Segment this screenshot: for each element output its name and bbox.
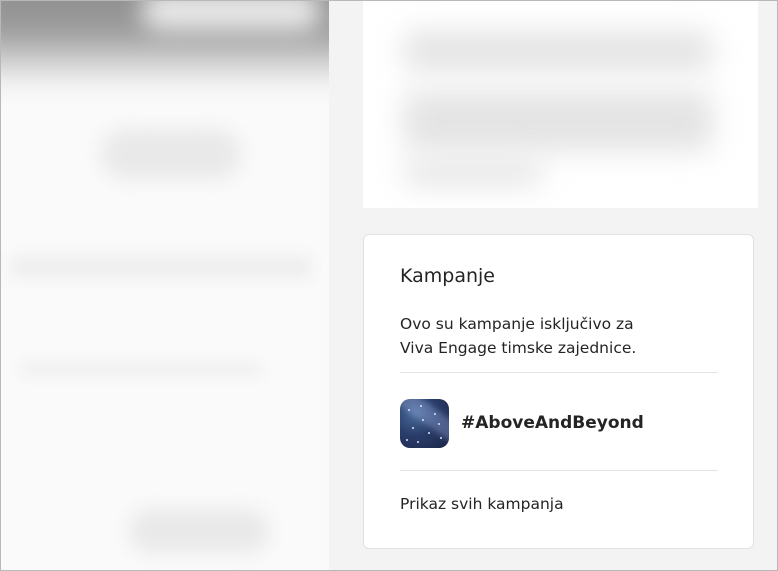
blurred-top-card [363, 1, 758, 208]
campaign-name: #AboveAndBeyond [461, 413, 644, 433]
blurred-row-placeholder [21, 363, 261, 375]
divider [400, 372, 718, 373]
card-description: Ovo su kampanje isključivo za Viva Engag… [400, 312, 700, 360]
divider [400, 470, 718, 471]
campaigns-card: Kampanje Ovo su kampanje isključivo za V… [363, 234, 754, 549]
view-all-campaigns-link[interactable]: Prikaz svih kampanja [400, 495, 564, 513]
campaign-item[interactable]: #AboveAndBeyond [400, 398, 644, 448]
blurred-row-placeholder [11, 256, 311, 278]
starry-sky-image-icon [400, 398, 449, 448]
description-line: Viva Engage timske zajednice. [400, 339, 637, 357]
card-title: Kampanje [400, 265, 495, 287]
blurred-left-panel [1, 1, 329, 570]
blurred-content-block [403, 91, 713, 151]
description-line: Ovo su kampanje isključivo za [400, 315, 634, 333]
blurred-button-placeholder [101, 129, 241, 179]
blurred-button-placeholder [129, 509, 269, 553]
blurred-header-highlight [141, 1, 321, 31]
blurred-content-block [403, 31, 713, 71]
app-window: Kampanje Ovo su kampanje isključivo za V… [0, 0, 778, 571]
blurred-content-block [403, 161, 543, 185]
